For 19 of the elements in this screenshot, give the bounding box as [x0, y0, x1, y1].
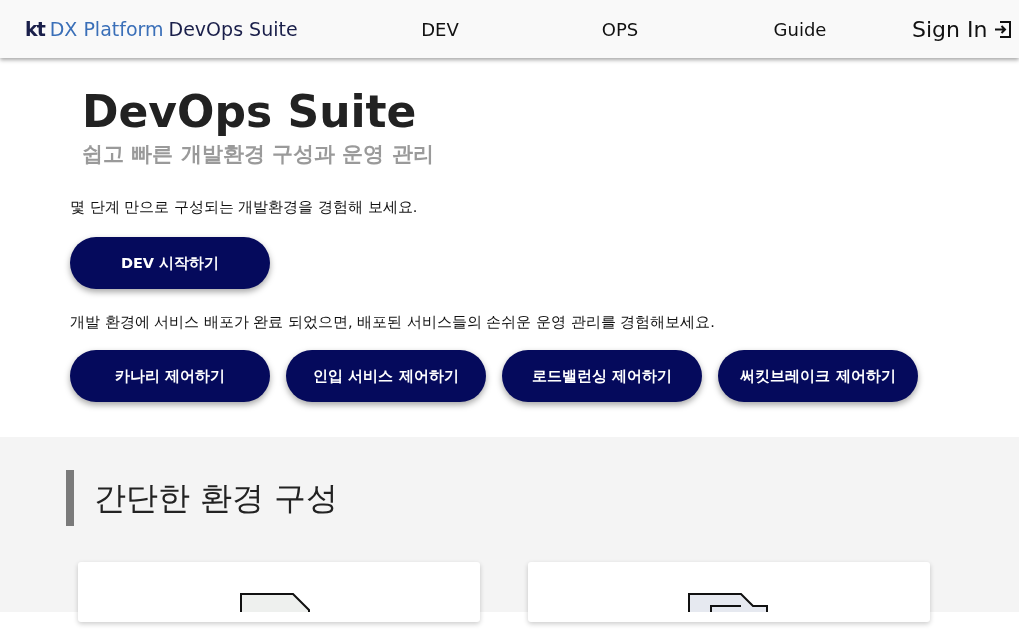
section-heading: 간단한 환경 구성	[66, 470, 1019, 526]
logo-product-text: DevOps Suite	[168, 18, 298, 40]
hero-title: DevOps Suite	[82, 88, 418, 137]
ops-control-button[interactable]: 써킷브레이크 제어하기	[718, 350, 918, 403]
dev-start-button[interactable]: DEV 시작하기	[70, 237, 270, 290]
dev-description: 몇 단계 만으로 구성되는 개발환경을 경험해 보세요.	[70, 198, 419, 218]
hero-subtitle: 쉽고 빠른 개발환경 구성과 운영 관리	[82, 141, 435, 169]
logo-brand-text: DX Platform	[49, 18, 164, 40]
sign-in-link[interactable]: Sign In	[912, 16, 1013, 42]
documents-icon	[687, 592, 771, 612]
ops-control-button[interactable]: 인입 서비스 제어하기	[286, 350, 486, 403]
sign-in-icon	[993, 19, 1013, 39]
nav-link[interactable]: Guide	[710, 18, 890, 40]
ops-control-button[interactable]: 로드밸런싱 제어하기	[502, 350, 702, 403]
ops-control-button[interactable]: 카나리 제어하기	[70, 350, 270, 403]
logo-mark: kt	[25, 18, 45, 40]
nav-link[interactable]: DEV	[350, 18, 530, 40]
nav-link[interactable]: OPS	[530, 18, 710, 40]
ops-description: 개발 환경에 서비스 배포가 완료 되었으면, 배포된 서비스들의 손쉬운 운영 관리를 경험해보세요.	[70, 313, 716, 333]
